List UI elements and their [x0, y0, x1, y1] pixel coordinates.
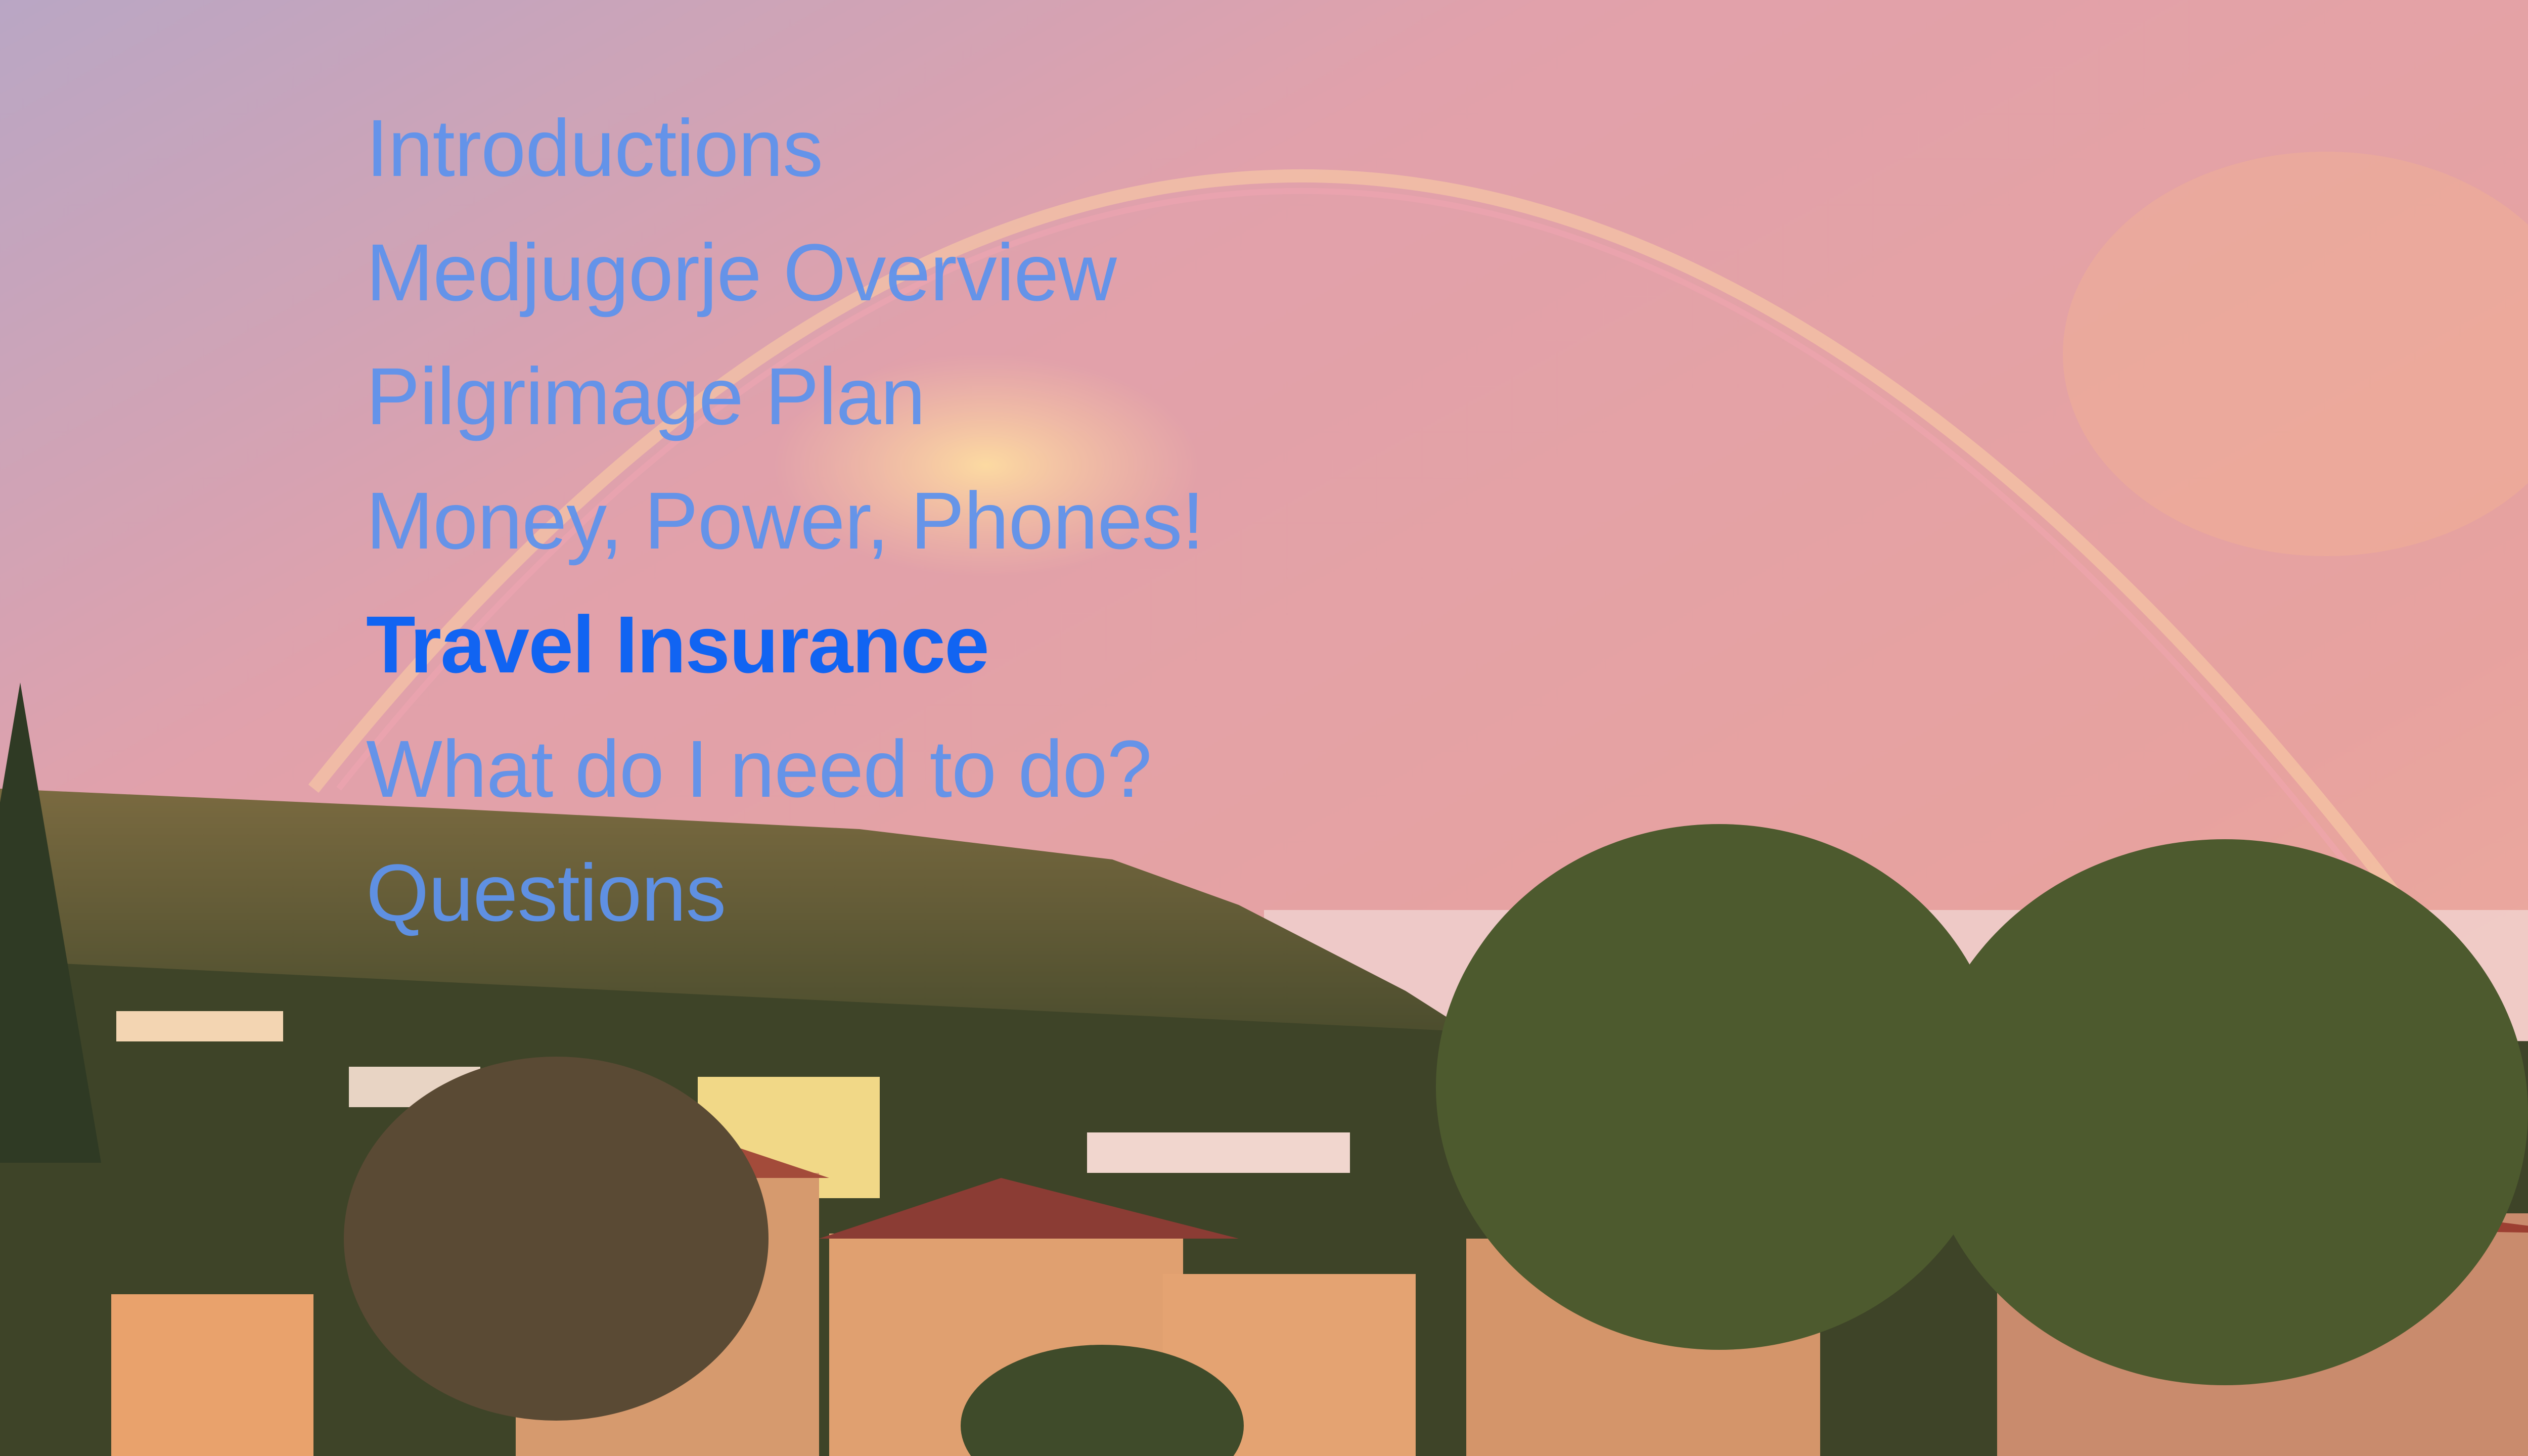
agenda-item-pilgrimage-plan: Pilgrimage Plan [366, 351, 926, 441]
agenda-item-introductions: Introductions [366, 103, 823, 193]
agenda-item-medjugorje-overview: Medjugorje Overview [366, 226, 1117, 317]
agenda-item-money-power-phones: Money, Power, Phones! [366, 475, 1204, 566]
slide: Introductions Medjugorje Overview Pilgri… [0, 0, 2528, 1456]
agenda-item-travel-insurance: Travel Insurance [366, 599, 989, 690]
agenda-list: Introductions Medjugorje Overview Pilgri… [366, 86, 1204, 955]
agenda-item-questions: Questions [366, 847, 726, 938]
agenda-item-what-do-i-need-to-do: What do I need to do? [366, 723, 1152, 814]
